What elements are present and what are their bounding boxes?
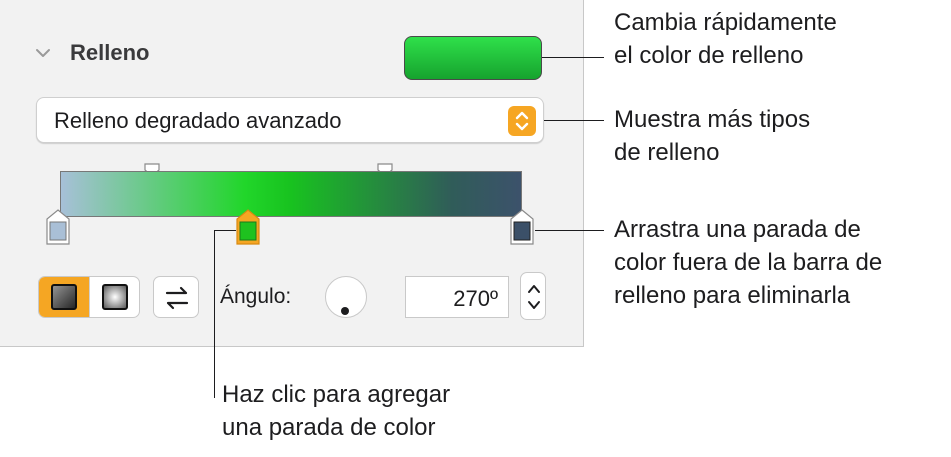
callout-leader-line [535,230,604,231]
gradient-style-segmented-control [38,276,140,318]
angle-stepper[interactable] [520,272,546,320]
angle-knob[interactable] [325,276,367,318]
callout-leader-line [214,230,236,231]
radial-gradient-button[interactable] [89,277,139,317]
color-stop[interactable] [46,209,70,245]
linear-gradient-icon [51,284,77,310]
angle-label: Ángulo: [220,285,292,308]
callout-text: Cambia rápidamente [614,9,837,36]
angle-input[interactable]: 270º [405,276,509,318]
callout-leader-line [544,120,604,121]
gradient-bar[interactable] [60,171,522,217]
radial-gradient-icon [102,284,128,310]
callout-drag-stop: Arrastra una parada de color fuera de la… [614,213,882,312]
callout-fill-color: Cambia rápidamente el color de relleno [614,6,837,72]
fill-color-well[interactable] [404,36,542,80]
color-stop[interactable] [510,209,534,245]
chevron-down-icon[interactable] [34,44,52,62]
stepper-arrows-icon [528,285,540,309]
fill-type-popup[interactable]: Relleno degradado avanzado [36,97,544,143]
popup-arrows-icon[interactable] [508,106,536,136]
callout-text: Arrastra una parada de [614,216,861,243]
color-stop-selected[interactable] [236,209,260,245]
section-title: Relleno [70,40,150,65]
fill-inspector-panel: Relleno Relleno degradado avanzado Ángul… [0,0,584,347]
callout-text: una parada de color [222,414,436,441]
callout-text: relleno para eliminarla [614,282,851,309]
reverse-gradient-button[interactable] [153,276,199,318]
callout-text: el color de relleno [614,42,804,69]
callout-text: Haz clic para agregar [222,381,451,408]
swap-arrows-icon [165,286,189,310]
callout-text: color fuera de la barra de [614,249,883,276]
callout-add-stop: Haz clic para agregar una parada de colo… [222,378,450,444]
callout-leader-line [542,57,604,58]
callout-leader-line [214,230,215,398]
callout-text: Muestra más tipos [614,106,811,133]
fill-type-label: Relleno degradado avanzado [54,108,342,133]
linear-gradient-button[interactable] [39,277,89,317]
angle-indicator-dot [341,307,349,315]
callout-fill-types: Muestra más tipos de relleno [614,103,810,169]
callout-text: de relleno [614,139,720,166]
